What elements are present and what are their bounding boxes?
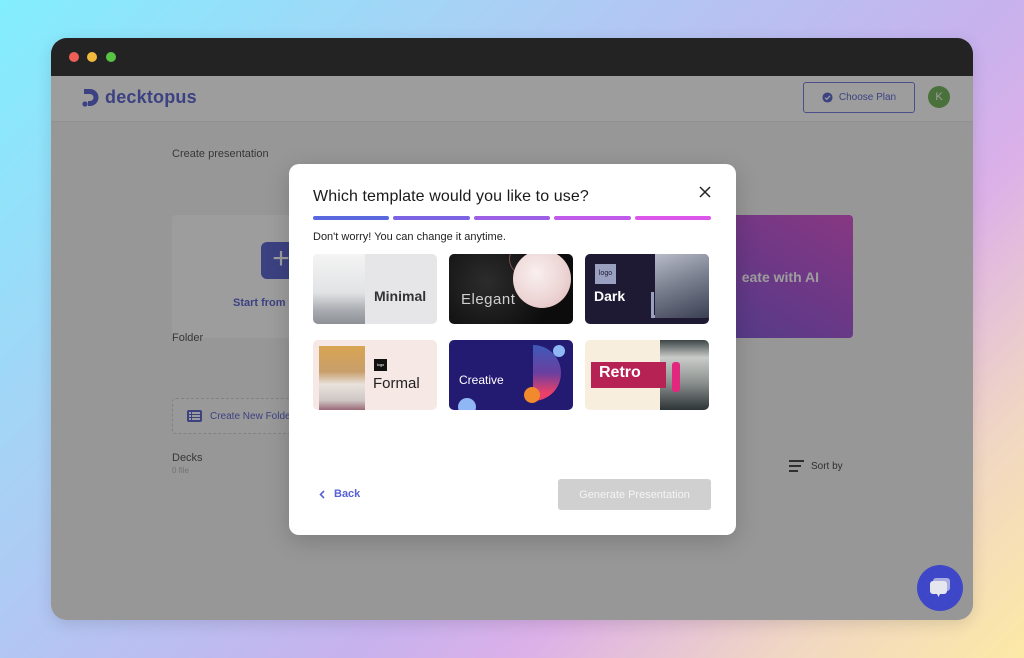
payphone-handset (672, 362, 680, 392)
back-label: Back (334, 488, 361, 500)
chat-support-button[interactable] (917, 565, 963, 611)
minimize-window-button[interactable] (87, 52, 97, 62)
title-bar (51, 38, 973, 76)
progress-step (634, 216, 712, 220)
template-picker-modal: Which template would you like to use? Do… (289, 164, 736, 535)
decorative-circle (458, 398, 476, 410)
chevron-left-icon (319, 489, 325, 499)
progress-steps (313, 216, 712, 220)
template-grid: Minimal Elegant logo Dark logo Formal Cr… (313, 254, 709, 410)
blossom-photo (513, 254, 571, 308)
progress-step (313, 216, 390, 220)
template-dark[interactable]: logo Dark (585, 254, 709, 324)
progress-step (393, 216, 470, 220)
template-name: Elegant (461, 291, 516, 308)
template-creative[interactable]: Creative (449, 340, 573, 410)
statue-photo (655, 254, 709, 318)
template-retro[interactable]: Retro (585, 340, 709, 410)
decorative-circle (553, 345, 565, 357)
close-icon (699, 186, 711, 198)
zoom-window-button[interactable] (106, 52, 116, 62)
close-modal-button[interactable] (697, 184, 713, 200)
sailboat-photo (313, 254, 365, 324)
back-button[interactable]: Back (319, 488, 360, 500)
generate-presentation-button[interactable]: Generate Presentation (558, 479, 711, 510)
decorative-circle (524, 387, 540, 403)
template-minimal[interactable]: Minimal (313, 254, 437, 324)
logo-placeholder: logo (595, 264, 616, 284)
chat-bubble-icon (930, 578, 950, 597)
template-name: Formal (373, 375, 420, 392)
shirts-photo (319, 346, 365, 410)
template-elegant[interactable]: Elegant (449, 254, 573, 324)
logo-placeholder: logo (374, 359, 387, 371)
modal-title: Which template would you like to use? (313, 188, 589, 205)
template-name: Dark (594, 288, 626, 304)
close-window-button[interactable] (69, 52, 79, 62)
progress-step (473, 216, 551, 220)
payphone-photo (660, 340, 709, 410)
template-name: Retro (599, 364, 641, 381)
template-formal[interactable]: logo Formal (313, 340, 437, 410)
modal-subtitle: Don't worry! You can change it anytime. (313, 231, 506, 243)
template-name: Minimal (374, 288, 427, 304)
progress-step (554, 216, 631, 220)
template-name: Creative (459, 373, 504, 387)
